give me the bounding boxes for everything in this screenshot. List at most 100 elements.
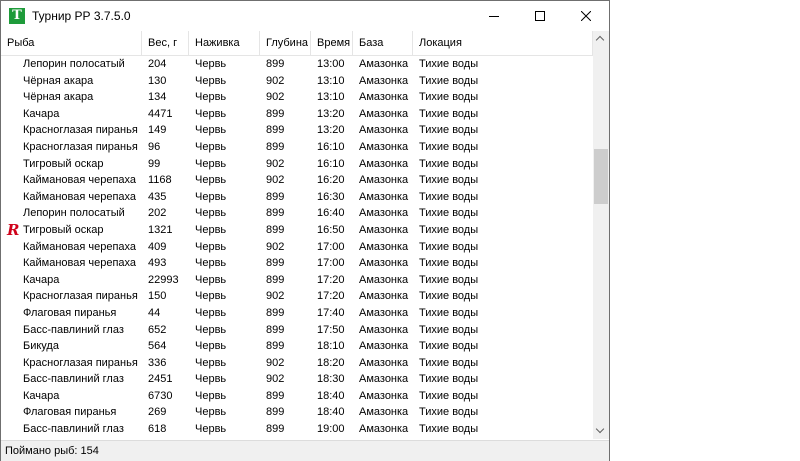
weight-cell: 652: [148, 323, 167, 336]
base-cell: Амазонка: [359, 306, 409, 319]
depth-cell: 899: [266, 273, 285, 286]
table-row[interactable]: Чёрная акара 130 Червь 902 13:10 Амазонка Тихи…: [1, 73, 593, 90]
table-row[interactable]: Бикуда 564 Червь 899 18:10 Амазонка Тихие воды: [1, 338, 593, 355]
location-cell: Тихие воды: [419, 124, 479, 137]
weight-cell: 6730: [148, 389, 173, 402]
depth-cell: 902: [266, 157, 285, 170]
table-row[interactable]: Каймановая черепаха 435 Червь 899 16:30 Амазо…: [1, 189, 593, 206]
column-header-depth[interactable]: Глубина: [260, 31, 311, 55]
column-header-fish[interactable]: Рыба: [1, 31, 142, 55]
time-cell: 16:30: [317, 190, 345, 203]
bait-cell: Червь: [195, 240, 227, 253]
fish-cell: Флаговая пиранья: [23, 406, 117, 419]
base-cell: Амазонка: [359, 356, 409, 369]
column-header-location[interactable]: Локация: [413, 31, 593, 55]
table-row[interactable]: Качара 4471 Червь 899 13:20 Амазонка Тихие вод…: [1, 106, 593, 123]
base-cell: Амазонка: [359, 157, 409, 170]
vertical-scrollbar[interactable]: [593, 31, 609, 439]
fish-cell: Лепорин полосатый: [23, 58, 125, 70]
scrollbar-thumb[interactable]: [594, 149, 608, 204]
location-cell: Тихие воды: [419, 107, 479, 120]
table-row[interactable]: Красноглазая пиранья 150 Червь 902 17:20 Амаз…: [1, 288, 593, 305]
time-cell: 18:20: [317, 356, 345, 369]
table-row[interactable]: Лепорин полосатый 204 Червь 899 13:00 Амазонк…: [1, 56, 593, 73]
base-cell: Амазонка: [359, 107, 409, 120]
bait-cell: Червь: [195, 406, 227, 419]
table-row[interactable]: Каймановая черепаха 1168 Червь 902 16:20 Амаз…: [1, 172, 593, 189]
table-row[interactable]: Каймановая черепаха 493 Червь 899 17:00 Амазо…: [1, 255, 593, 272]
fish-cell: Лепорин полосатый: [23, 207, 125, 220]
location-cell: Тихие воды: [419, 207, 479, 220]
minimize-button[interactable]: [471, 1, 517, 31]
location-cell: Тихие воды: [419, 223, 479, 236]
time-cell: 16:10: [317, 157, 345, 170]
column-header-weight[interactable]: Вес, г: [142, 31, 189, 55]
base-cell: Амазонка: [359, 406, 409, 419]
table-row[interactable]: Красноглазая пиранья 96 Червь 899 16:10 Амазо…: [1, 139, 593, 156]
time-cell: 17:40: [317, 306, 345, 319]
table-row[interactable]: Басс-павлиний глаз 618 Червь 899 19:00 Амазон…: [1, 421, 593, 438]
weight-cell: 409: [148, 240, 167, 253]
table-row[interactable]: Красноглазая пиранья 149 Червь 899 13:20 Амаз…: [1, 122, 593, 139]
location-cell: Тихие воды: [419, 340, 479, 353]
weight-cell: 130: [148, 74, 167, 87]
catch-list[interactable]: Рыба Вес, г Наживка Глубина Время База Л…: [1, 31, 593, 439]
location-cell: Тихие воды: [419, 91, 479, 104]
column-header-time[interactable]: Время: [311, 31, 353, 55]
time-cell: 18:40: [317, 406, 345, 419]
fish-cell: Красноглазая пиранья: [23, 290, 138, 303]
table-row[interactable]: Басс-павлиний глаз 2451 Червь 902 18:30 Амазо…: [1, 371, 593, 388]
base-cell: Амазонка: [359, 323, 409, 336]
time-cell: 17:20: [317, 290, 345, 303]
column-header-bait[interactable]: Наживка: [189, 31, 260, 55]
fish-cell: Басс-павлиний глаз: [23, 373, 124, 386]
time-cell: 16:50: [317, 223, 345, 236]
table-row[interactable]: Чёрная акара 134 Червь 902 13:10 Амазонка Тихи…: [1, 89, 593, 106]
column-header-base[interactable]: База: [353, 31, 413, 55]
depth-cell: 902: [266, 91, 285, 104]
fish-cell: Бикуда: [23, 340, 59, 353]
table-row[interactable]: Флаговая пиранья 44 Червь 899 17:40 Амазонка Т…: [1, 305, 593, 322]
weight-cell: 99: [148, 157, 161, 170]
bait-cell: Червь: [195, 323, 227, 336]
scroll-down-arrow-icon[interactable]: [593, 423, 609, 439]
time-cell: 13:20: [317, 124, 345, 137]
scroll-up-arrow-icon[interactable]: [593, 31, 609, 47]
table-row[interactable]: Красноглазая пиранья 336 Червь 902 18:20 Амаз…: [1, 355, 593, 372]
table-row[interactable]: R Тигровый оскар 1321 Червь 899 16:50 Амазонка…: [1, 222, 593, 239]
table-row[interactable]: Флаговая пиранья 269 Червь 899 18:40 Амазонка…: [1, 404, 593, 421]
time-cell: 13:10: [317, 74, 345, 87]
base-cell: Амазонка: [359, 290, 409, 303]
fish-cell: Чёрная акара: [23, 91, 94, 104]
location-cell: Тихие воды: [419, 389, 479, 402]
weight-cell: 44: [148, 306, 161, 319]
weight-cell: 22993: [148, 273, 179, 286]
location-cell: Тихие воды: [419, 58, 479, 70]
fish-cell: Басс-павлиний глаз: [23, 423, 124, 436]
base-cell: Амазонка: [359, 140, 409, 153]
table-row[interactable]: Тигровый оскар 99 Червь 902 16:10 Амазонка Тих…: [1, 156, 593, 173]
close-button[interactable]: [563, 1, 609, 31]
depth-cell: 899: [266, 207, 285, 220]
table-row[interactable]: Каймановая черепаха 409 Червь 902 17:00 Амазо…: [1, 239, 593, 256]
bait-cell: Червь: [195, 389, 227, 402]
base-cell: Амазонка: [359, 340, 409, 353]
table-row[interactable]: Качара 22993 Червь 899 17:20 Амазонка Тихие во…: [1, 272, 593, 289]
location-cell: Тихие воды: [419, 174, 479, 187]
time-cell: 17:00: [317, 240, 345, 253]
depth-cell: 899: [266, 190, 285, 203]
base-cell: Амазонка: [359, 74, 409, 87]
table-row[interactable]: Качара 6730 Червь 899 18:40 Амазонка Тихие вод…: [1, 388, 593, 405]
time-cell: 18:30: [317, 373, 345, 386]
table-row[interactable]: Лепорин полосатый 202 Червь 899 16:40 Амазонк…: [1, 205, 593, 222]
title-bar[interactable]: T Турнир РР 3.7.5.0: [1, 1, 609, 31]
base-cell: Амазонка: [359, 124, 409, 137]
depth-cell: 899: [266, 140, 285, 153]
bait-cell: Червь: [195, 157, 227, 170]
location-cell: Тихие воды: [419, 190, 479, 203]
base-cell: Амазонка: [359, 257, 409, 270]
app-icon: T: [9, 8, 25, 24]
maximize-button[interactable]: [517, 1, 563, 31]
base-cell: Амазонка: [359, 174, 409, 187]
table-row[interactable]: Басс-павлиний глаз 652 Червь 899 17:50 Амазон…: [1, 322, 593, 339]
